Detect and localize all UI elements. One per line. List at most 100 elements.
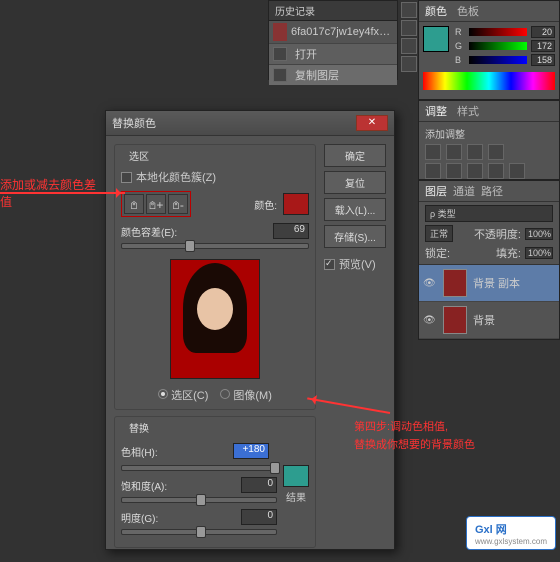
tab-layers[interactable]: 图层 <box>425 183 447 199</box>
sat-input[interactable]: 0 <box>241 477 277 493</box>
b-label: B <box>455 55 465 65</box>
levels-icon[interactable] <box>446 144 462 160</box>
save-button[interactable]: 存储(S)... <box>324 225 386 248</box>
doc-thumb-icon <box>273 23 287 41</box>
channel-mixer-icon[interactable] <box>509 163 525 179</box>
opacity-value[interactable]: 100% <box>525 228 553 240</box>
g-slider[interactable] <box>469 42 527 50</box>
source-color-swatch[interactable] <box>283 193 309 215</box>
step-label: 复制图层 <box>295 67 339 83</box>
tab-color[interactable]: 颜色 <box>425 3 447 19</box>
add-adjust-label: 添加调整 <box>425 126 553 141</box>
result-color-swatch[interactable] <box>283 465 309 487</box>
layer-name: 背景 <box>473 312 495 328</box>
eyedropper-icon[interactable]: 𖤘 <box>124 194 144 214</box>
blend-mode-select[interactable]: 正常 <box>425 225 453 242</box>
preview-checkbox[interactable] <box>324 259 335 270</box>
doc-name: 6fa017c7jw1ey4fx6ps4c... <box>291 26 393 38</box>
fuzziness-input[interactable]: 69 <box>273 223 309 239</box>
replace-color-dialog: 替换颜色 ✕ 选区 本地化颜色簇(Z) 𖤘 𖤘+ 𖤘- 颜色: <box>105 110 395 550</box>
color-label: 颜色: <box>254 197 277 212</box>
history-step[interactable]: 复制图层 <box>269 64 397 85</box>
visibility-icon[interactable] <box>423 277 437 289</box>
tab-swatches[interactable]: 色板 <box>457 3 479 19</box>
layer-thumb <box>443 269 467 297</box>
r-value[interactable]: 20 <box>531 26 555 38</box>
localized-checkbox[interactable] <box>121 172 132 183</box>
annotation-text: 第四步:调动色相值,替换成你想要的背景颜色 <box>354 418 475 454</box>
lig-label: 明度(G): <box>121 510 158 525</box>
logo-url: www.gxlsystem.com <box>475 537 547 546</box>
layers-panel: 图层 通道 路径 ρ 类型 正常 不透明度: 100% 锁定: 填充: 100%… <box>418 180 560 340</box>
sat-label: 饱和度(A): <box>121 478 167 493</box>
history-doc[interactable]: 6fa017c7jw1ey4fx6ps4c... <box>269 21 397 43</box>
foreground-color-swatch[interactable] <box>423 26 449 52</box>
lig-slider[interactable] <box>121 529 277 535</box>
localized-label: 本地化颜色簇(Z) <box>136 169 216 185</box>
group-title: 替换 <box>125 420 153 435</box>
hue-sat-icon[interactable] <box>425 163 441 179</box>
b-slider[interactable] <box>469 56 527 64</box>
fill-label: 填充: <box>496 245 521 261</box>
b-value[interactable]: 158 <box>531 54 555 66</box>
ok-button[interactable]: 确定 <box>324 144 386 167</box>
fill-value[interactable]: 100% <box>525 247 553 259</box>
tab-channels[interactable]: 通道 <box>453 183 475 199</box>
exposure-icon[interactable] <box>488 144 504 160</box>
brightness-icon[interactable] <box>425 144 441 160</box>
layer-name: 背景 副本 <box>473 275 520 291</box>
duplicate-icon <box>273 68 287 82</box>
spectrum-picker[interactable] <box>423 72 555 90</box>
load-button[interactable]: 载入(L)... <box>324 198 386 221</box>
color-balance-icon[interactable] <box>446 163 462 179</box>
sat-slider[interactable] <box>121 497 277 503</box>
curves-icon[interactable] <box>467 144 483 160</box>
hue-label: 色相(H): <box>121 444 158 459</box>
close-icon[interactable]: ✕ <box>356 115 388 131</box>
visibility-icon[interactable] <box>423 314 437 326</box>
bw-icon[interactable] <box>467 163 483 179</box>
r-slider[interactable] <box>469 28 527 36</box>
eyedropper-tools: 𖤘 𖤘+ 𖤘- <box>121 191 191 217</box>
layer-thumb <box>443 306 467 334</box>
step-label: 打开 <box>295 46 317 62</box>
tab-styles[interactable]: 样式 <box>457 103 479 119</box>
dialog-title: 替换颜色 <box>112 115 156 131</box>
opacity-label: 不透明度: <box>474 226 521 242</box>
preview-thumbnail[interactable] <box>170 259 260 379</box>
hue-slider[interactable] <box>121 465 277 471</box>
layer-row[interactable]: 背景 <box>419 302 559 339</box>
eyedropper-add-icon[interactable]: 𖤘+ <box>146 194 166 214</box>
dock-icon[interactable] <box>401 56 417 72</box>
selection-group: 选区 本地化颜色簇(Z) 𖤘 𖤘+ 𖤘- 颜色: 颜色容差(E): <box>114 144 316 410</box>
logo-text: Gxl 网 <box>475 524 507 536</box>
radio-image[interactable]: 图像(M) <box>220 387 272 403</box>
dock-icon[interactable] <box>401 20 417 36</box>
reset-button[interactable]: 复位 <box>324 171 386 194</box>
adjustments-panel: 调整 样式 添加调整 <box>418 100 560 180</box>
r-label: R <box>455 27 465 37</box>
history-panel: 历史记录 6fa017c7jw1ey4fx6ps4c... 打开 复制图层 <box>268 0 398 80</box>
radio-selection[interactable]: 选区(C) <box>158 387 208 403</box>
lock-label: 锁定: <box>425 245 450 261</box>
filter-kind[interactable]: ρ 类型 <box>425 205 553 222</box>
color-panel: 颜色 色板 R 20 G 172 B 158 <box>418 0 560 100</box>
eyedropper-sub-icon[interactable]: 𖤘- <box>168 194 188 214</box>
preview-label: 预览(V) <box>339 256 376 272</box>
lig-input[interactable]: 0 <box>241 509 277 525</box>
tab-paths[interactable]: 路径 <box>481 183 503 199</box>
result-label: 结果 <box>286 489 306 504</box>
hue-input[interactable]: +180 <box>233 443 269 459</box>
photo-filter-icon[interactable] <box>488 163 504 179</box>
fuzziness-slider[interactable] <box>121 243 309 249</box>
dock-icon[interactable] <box>401 38 417 54</box>
layer-row[interactable]: 背景 副本 <box>419 265 559 302</box>
group-title: 选区 <box>125 148 153 163</box>
history-step[interactable]: 打开 <box>269 43 397 64</box>
dock-icon[interactable] <box>401 2 417 18</box>
replace-group: 替换 色相(H): +180 饱和度(A): 0 <box>114 416 316 548</box>
annotation-arrow-icon <box>0 192 125 194</box>
g-value[interactable]: 172 <box>531 40 555 52</box>
tab-adjust[interactable]: 调整 <box>425 103 447 119</box>
g-label: G <box>455 41 465 51</box>
